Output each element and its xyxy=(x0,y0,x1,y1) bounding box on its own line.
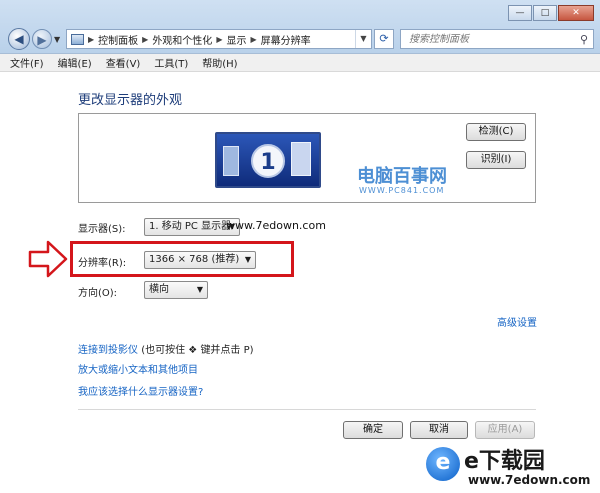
refresh-icon: ⟳ xyxy=(379,32,389,45)
search-input[interactable] xyxy=(407,32,575,46)
red-arrow-icon xyxy=(28,240,68,278)
menu-file[interactable]: 文件(F) xyxy=(10,55,44,70)
identify-button[interactable]: 识别(I) xyxy=(466,151,526,169)
chevron-down-icon: ▼ xyxy=(244,255,251,264)
search-box[interactable]: ⚲ xyxy=(400,29,594,49)
projector-hint-b: 键并点击 P) xyxy=(200,345,254,356)
watermark-url: WWW.PC841.COM xyxy=(359,186,445,195)
monitor-1[interactable]: 1 xyxy=(215,132,321,188)
breadcrumb-resolution[interactable]: 屏幕分辨率 xyxy=(261,32,311,47)
nav-buttons: ◀ ▶ ▼ xyxy=(8,28,64,50)
chevron-down-icon: ▼ xyxy=(196,285,203,294)
display-label: 显示器(S): xyxy=(78,224,126,235)
chevron-right-icon[interactable]: ▶ xyxy=(216,35,222,44)
connect-projector-link[interactable]: 连接到投影仪 xyxy=(78,345,138,356)
logo-url: www.7edown.com xyxy=(468,473,591,487)
cancel-button[interactable]: 取消 xyxy=(410,421,468,439)
breadcrumb-control-panel[interactable]: 控制面板 xyxy=(98,32,138,47)
watermark-title: 电脑百事网 xyxy=(357,166,447,187)
overlay-watermark-url: www.7edown.com xyxy=(226,219,326,232)
back-button[interactable]: ◀ xyxy=(8,28,30,50)
menu-edit[interactable]: 编辑(E) xyxy=(58,55,92,70)
which-display-settings-link[interactable]: 我应该选择什么显示器设置? xyxy=(78,383,203,398)
window-controls: — □ ✕ xyxy=(508,5,594,21)
monitor-window-icon xyxy=(291,142,311,176)
chevron-right-icon[interactable]: ▶ xyxy=(88,35,94,44)
main-content: 更改显示器的外观 1 电脑百事网 WWW.PC841.COM 检测(C) 识别(… xyxy=(0,73,600,493)
logo-title: e下载园 xyxy=(464,449,545,474)
windows-logo-icon: ❖ xyxy=(188,345,198,356)
orientation-label: 方向(O): xyxy=(78,288,118,299)
monitor-number-badge: 1 xyxy=(251,144,285,178)
chevron-right-icon[interactable]: ▶ xyxy=(142,35,148,44)
forward-button[interactable]: ▶ xyxy=(32,29,52,49)
control-panel-icon xyxy=(71,33,84,45)
back-arrow-icon: ◀ xyxy=(14,32,24,46)
orientation-select[interactable]: 横向 ▼ xyxy=(144,281,208,299)
menu-bar: 文件(F) 编辑(E) 查看(V) 工具(T) 帮助(H) xyxy=(0,54,600,72)
resolution-select-value: 1366 × 768 (推荐) xyxy=(149,254,240,265)
resolution-label: 分辨率(R): xyxy=(78,258,127,269)
address-dropdown-icon[interactable]: ▼ xyxy=(355,30,371,48)
menu-tools[interactable]: 工具(T) xyxy=(154,55,188,70)
maximize-button[interactable]: □ xyxy=(533,5,557,21)
address-bar[interactable]: ▶ 控制面板 ▶ 外观和个性化 ▶ 显示 ▶ 屏幕分辨率 ▼ xyxy=(66,29,372,49)
projector-hint-a: (也可按住 xyxy=(141,345,186,356)
menu-view[interactable]: 查看(V) xyxy=(106,55,141,70)
projector-row: 连接到投影仪 (也可按住 ❖ 键并点击 P) xyxy=(78,341,254,356)
search-icon[interactable]: ⚲ xyxy=(575,33,593,46)
divider xyxy=(78,409,536,410)
display-select-value: 1. 移动 PC 显示器 xyxy=(149,221,232,232)
breadcrumb-display[interactable]: 显示 xyxy=(226,32,246,47)
refresh-button[interactable]: ⟳ xyxy=(374,29,394,49)
title-bar: — □ ✕ ◀ ▶ ▼ ▶ 控制面板 ▶ 外观和个性化 ▶ 显示 ▶ 屏幕分辨率… xyxy=(0,0,600,54)
menu-help[interactable]: 帮助(H) xyxy=(202,55,237,70)
detect-button[interactable]: 检测(C) xyxy=(466,123,526,141)
chevron-right-icon[interactable]: ▶ xyxy=(250,35,256,44)
resolution-select[interactable]: 1366 × 768 (推荐) ▼ xyxy=(144,251,256,269)
monitor-window-icon xyxy=(223,146,239,176)
e-logo-icon: e xyxy=(426,447,460,481)
breadcrumb-appearance[interactable]: 外观和个性化 xyxy=(152,32,212,47)
orientation-select-value: 横向 xyxy=(149,284,169,295)
close-button[interactable]: ✕ xyxy=(558,5,594,21)
page-title: 更改显示器的外观 xyxy=(78,93,183,108)
minimize-button[interactable]: — xyxy=(508,5,532,21)
advanced-settings-link[interactable]: 高级设置 xyxy=(497,314,537,329)
history-dropdown-icon[interactable]: ▼ xyxy=(54,35,64,44)
text-size-link[interactable]: 放大或缩小文本和其他项目 xyxy=(78,361,198,376)
site-logo: e e下载园 www.7edown.com xyxy=(418,441,600,493)
apply-button[interactable]: 应用(A) xyxy=(475,421,535,439)
forward-arrow-icon: ▶ xyxy=(37,33,47,47)
ok-button[interactable]: 确定 xyxy=(343,421,403,439)
